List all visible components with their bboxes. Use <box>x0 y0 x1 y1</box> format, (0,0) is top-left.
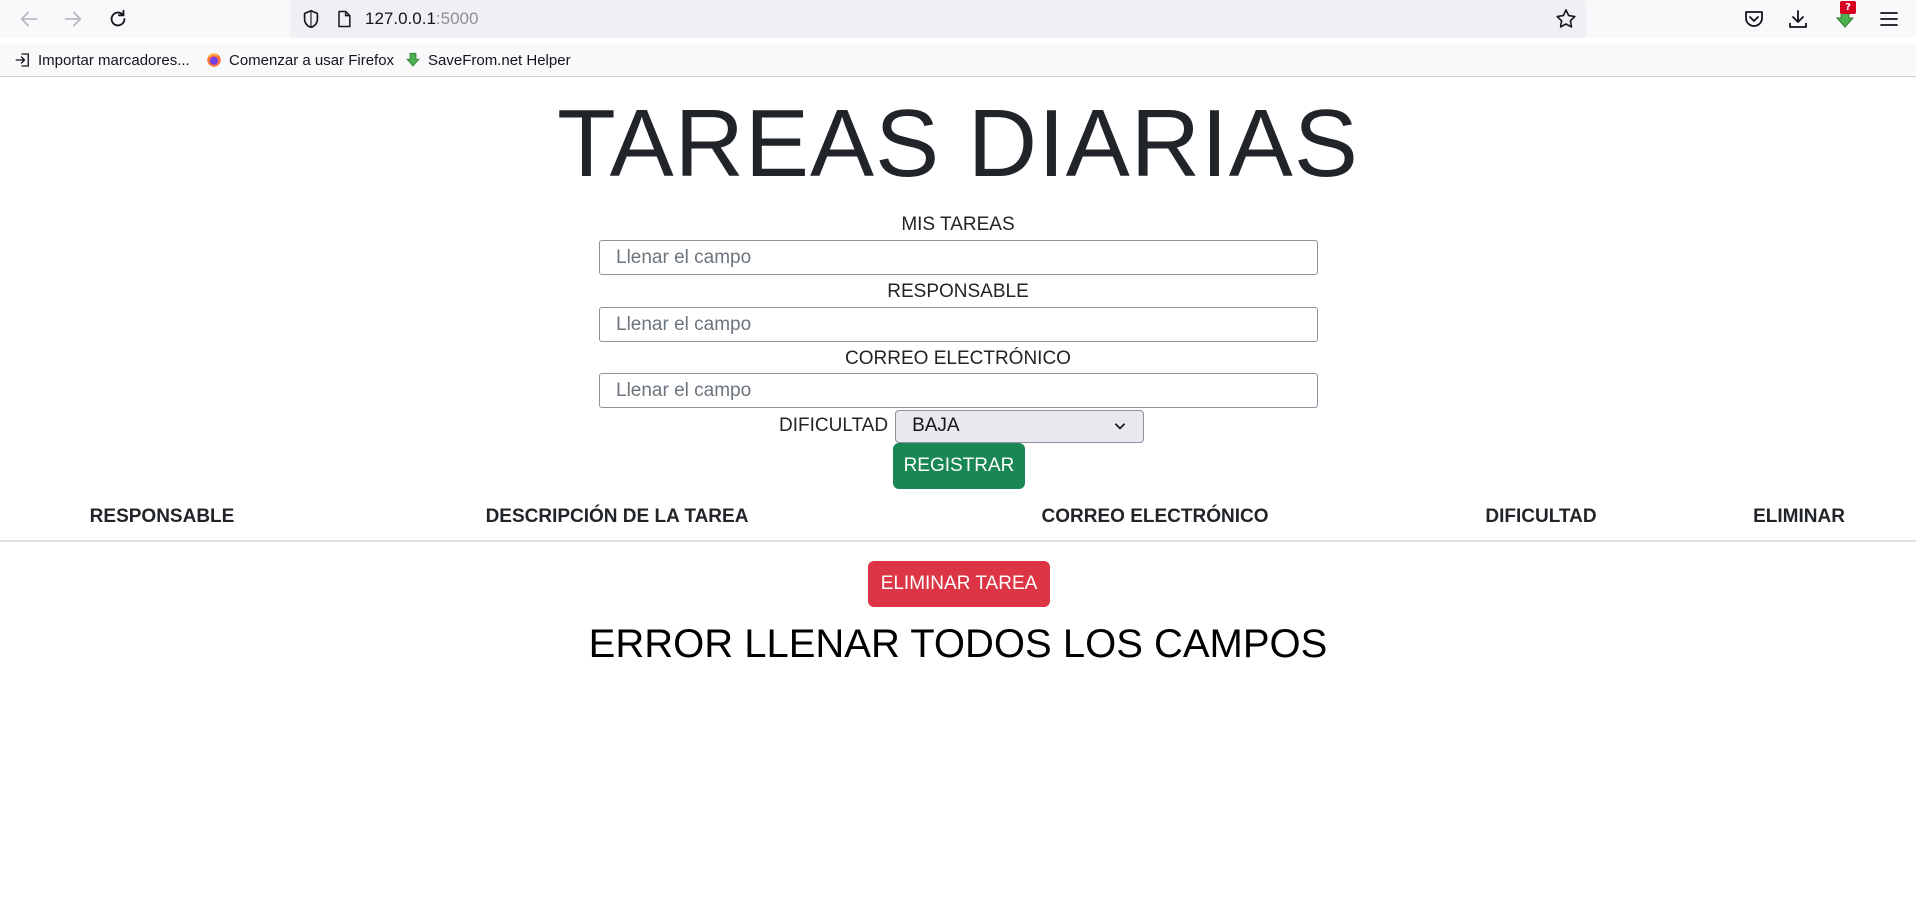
firefox-icon <box>207 53 221 67</box>
arrow-right-icon <box>64 11 82 27</box>
bookmark-label: Importar marcadores... <box>38 51 190 69</box>
column-header-difficulty: DIFICULTAD <box>1485 506 1597 527</box>
import-icon <box>15 53 29 67</box>
difficulty-select[interactable]: BAJA <box>895 409 1145 443</box>
bookmark-star-icon[interactable] <box>1554 7 1578 31</box>
downloads-icon[interactable] <box>1786 7 1810 31</box>
owner-input[interactable] <box>599 307 1318 342</box>
email-label: CORREO ELECTRÓNICO <box>845 348 1071 369</box>
page-title: TAREAS DIARIAS <box>557 90 1359 197</box>
page-icon[interactable] <box>334 9 354 29</box>
column-header-email: CORREO ELECTRÓNICO <box>1041 506 1269 527</box>
url-text[interactable]: 127.0.0.1:5000 <box>365 9 478 29</box>
bookmarks-bar: Importar marcadores... Comenzar a usar F… <box>0 44 1916 77</box>
forward-button[interactable] <box>58 4 88 34</box>
task-input[interactable] <box>599 240 1318 275</box>
reload-button[interactable] <box>103 4 133 34</box>
email-input[interactable] <box>599 373 1318 408</box>
difficulty-label: DIFICULTAD <box>779 415 889 436</box>
extension-badge: ? <box>1840 1 1856 14</box>
address-bar[interactable]: 127.0.0.1:5000 <box>290 0 1586 38</box>
bookmark-savefrom[interactable]: SaveFrom.net Helper <box>404 48 571 72</box>
reload-icon <box>110 9 126 27</box>
arrow-left-icon <box>20 11 38 27</box>
bookmark-label: SaveFrom.net Helper <box>428 51 571 69</box>
url-host: 127.0.0.1 <box>365 9 436 28</box>
bookmark-label: Comenzar a usar Firefox <box>229 51 395 69</box>
back-button[interactable] <box>14 4 44 34</box>
register-button[interactable]: REGISTRAR <box>893 443 1025 489</box>
menu-icon[interactable] <box>1877 7 1901 31</box>
owner-label: RESPONSABLE <box>887 281 1029 302</box>
pocket-icon[interactable] <box>1742 7 1766 31</box>
shield-icon[interactable] <box>300 8 322 30</box>
column-header-delete: ELIMINAR <box>1753 506 1845 527</box>
bookmark-import[interactable]: Importar marcadores... <box>14 48 190 72</box>
column-header-responsable: RESPONSABLE <box>89 506 235 527</box>
chevron-down-icon <box>1115 423 1126 430</box>
tasks-table-header: RESPONSABLE DESCRIPCIÓN DE LA TAREA CORR… <box>0 500 1916 542</box>
error-message: ERROR LLENAR TODOS LOS CAMPOS <box>588 622 1328 666</box>
browser-toolbar: 127.0.0.1:5000 ? <box>0 0 1916 38</box>
url-port: :5000 <box>435 9 479 28</box>
savefrom-icon <box>406 52 420 67</box>
column-header-description: DESCRIPCIÓN DE LA TAREA <box>485 506 749 527</box>
difficulty-row: DIFICULTAD BAJA <box>779 409 1145 443</box>
task-label: MIS TAREAS <box>901 214 1015 235</box>
bookmark-firefox[interactable]: Comenzar a usar Firefox <box>205 48 394 72</box>
delete-task-button[interactable]: ELIMINAR TAREA <box>868 561 1050 607</box>
difficulty-value: BAJA <box>912 415 960 436</box>
